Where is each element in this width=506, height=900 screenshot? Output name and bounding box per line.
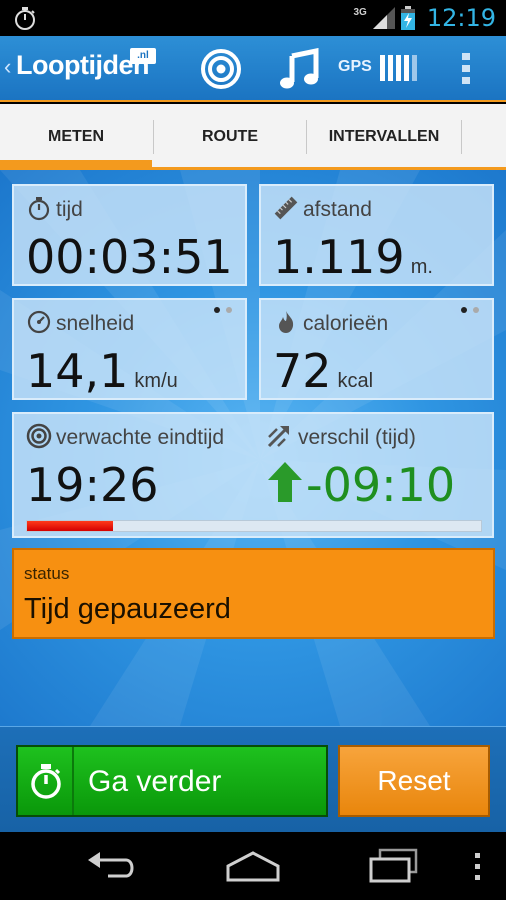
action-bar: ‹ Looptijden .nl GPS bbox=[0, 36, 506, 102]
continue-icon-box bbox=[18, 747, 74, 815]
distance-unit: m. bbox=[410, 256, 433, 278]
distance-panel: afstand 1.119 m. bbox=[259, 184, 494, 286]
status-bar: 3G 12:19 bbox=[0, 0, 506, 36]
tab-route[interactable]: ROUTE bbox=[154, 104, 306, 167]
trend-arrow-icon bbox=[267, 425, 290, 448]
status-label: status bbox=[24, 564, 70, 583]
stopwatch-icon bbox=[31, 764, 61, 799]
signal-icon bbox=[372, 7, 395, 29]
calories-value-wrap: 72 kcal bbox=[273, 344, 373, 398]
button-bar: Ga verder Reset bbox=[0, 726, 506, 832]
tab-bar: METEN ROUTE INTERVALLEN bbox=[0, 104, 506, 170]
gps-signal-icon[interactable] bbox=[380, 55, 422, 81]
calories-unit: kcal bbox=[337, 370, 374, 392]
stopwatch-icon bbox=[15, 7, 35, 30]
calories-label: calorieën bbox=[303, 312, 389, 335]
back-icon[interactable] bbox=[86, 850, 138, 882]
target-icon[interactable] bbox=[200, 48, 242, 90]
tab-meten[interactable]: METEN bbox=[0, 104, 152, 167]
stopwatch-icon bbox=[28, 197, 50, 221]
selected-tab-indicator bbox=[0, 160, 152, 167]
time-panel: tijd 00:03:51 bbox=[12, 184, 247, 286]
reset-button[interactable]: Reset bbox=[338, 745, 490, 817]
network-type: 3G bbox=[353, 6, 367, 18]
distance-value-wrap: 1.119 m. bbox=[273, 230, 433, 284]
expected-finish-value: 19:26 bbox=[26, 458, 159, 512]
calories-panel[interactable]: calorieën 72 kcal bbox=[259, 298, 494, 400]
continue-button-label: Ga verder bbox=[88, 765, 222, 798]
status-value: Tijd gepauzeerd bbox=[24, 593, 231, 625]
navigation-bar bbox=[0, 832, 506, 900]
difference-value: -09:10 bbox=[306, 458, 456, 512]
page-indicator-dots bbox=[461, 307, 479, 313]
distance-progress-bar bbox=[26, 520, 482, 532]
speed-value: 14,1 bbox=[26, 344, 129, 398]
time-value: 00:03:51 bbox=[26, 230, 233, 284]
gps-label[interactable]: GPS bbox=[338, 58, 372, 76]
battery-charging-icon bbox=[400, 6, 415, 30]
expected-finish-label: verwachte eindtijd bbox=[56, 426, 225, 449]
tab-divider bbox=[461, 120, 462, 154]
arrow-up-icon bbox=[268, 462, 302, 502]
speed-value-wrap: 14,1 km/u bbox=[26, 344, 178, 398]
page-indicator-dots bbox=[214, 307, 232, 313]
speedometer-icon bbox=[27, 310, 51, 334]
flame-icon bbox=[279, 311, 294, 333]
continue-button[interactable]: Ga verder bbox=[16, 745, 328, 817]
speed-panel[interactable]: snelheid 14,1 km/u bbox=[12, 298, 247, 400]
measure-view: tijd 00:03:51 afstand 1.119 m. snelheid … bbox=[0, 170, 506, 726]
overflow-menu-icon[interactable] bbox=[474, 852, 482, 882]
difference-label: verschil (tijd) bbox=[298, 426, 416, 449]
finish-prediction-panel: verwachte eindtijd 19:26 verschil (tijd)… bbox=[12, 412, 494, 538]
distance-label: afstand bbox=[303, 198, 372, 221]
logo-badge: .nl bbox=[130, 48, 156, 64]
clock-time: 12:19 bbox=[426, 4, 496, 32]
recent-apps-icon[interactable] bbox=[368, 848, 420, 884]
status-panel: status Tijd gepauzeerd bbox=[12, 548, 495, 639]
ruler-icon bbox=[274, 196, 298, 220]
music-icon[interactable] bbox=[280, 48, 320, 90]
speed-unit: km/u bbox=[134, 370, 178, 392]
home-icon[interactable] bbox=[224, 850, 282, 882]
speed-label: snelheid bbox=[56, 312, 135, 335]
overflow-menu-icon[interactable] bbox=[460, 52, 472, 86]
up-caret-icon[interactable]: ‹ bbox=[4, 54, 11, 80]
calories-value: 72 bbox=[273, 344, 332, 398]
progress-fill bbox=[27, 521, 114, 531]
target-icon bbox=[26, 423, 52, 449]
time-label: tijd bbox=[56, 198, 83, 221]
distance-value: 1.119 bbox=[273, 230, 405, 284]
tab-intervallen[interactable]: INTERVALLEN bbox=[307, 104, 461, 167]
